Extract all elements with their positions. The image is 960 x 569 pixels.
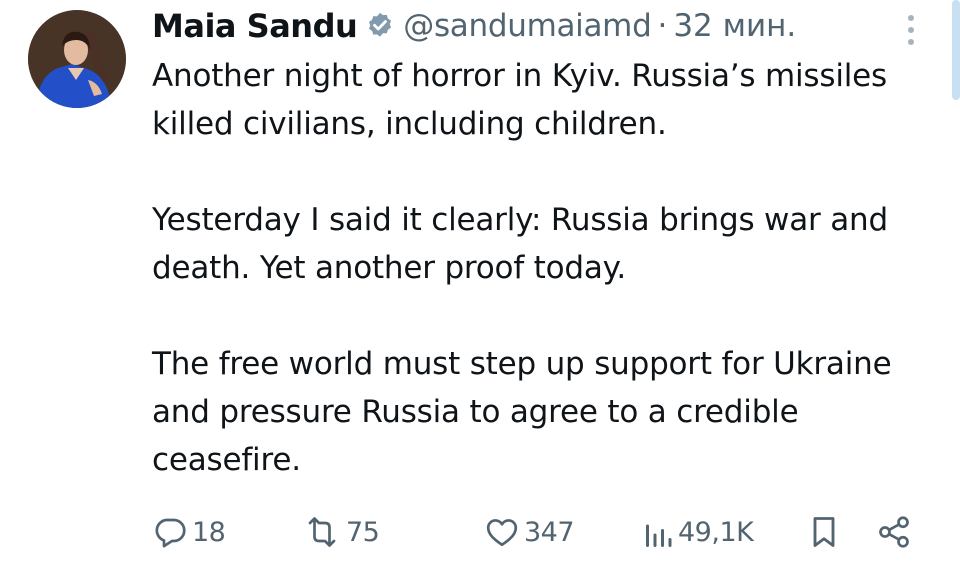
repost-icon [302,514,342,550]
tweet-paragraph: Yesterday I said it clearly: Russia brin… [152,202,888,286]
bookmark-button[interactable] [808,510,840,554]
share-button[interactable] [876,510,912,554]
views-button[interactable]: 49,1K [642,510,754,554]
reply-button[interactable]: 18 [152,510,226,554]
author-handle[interactable]: @sandumaiamd [403,8,652,44]
tweet-paragraph: Another night of horror in Kyiv. Russia’… [152,58,887,142]
separator-dot: · [657,8,668,44]
bookmark-icon [808,514,840,550]
reply-count: 18 [192,516,226,548]
like-count: 347 [524,516,575,548]
verified-badge-icon [365,11,395,41]
views-count: 49,1K [678,516,754,548]
scrollbar[interactable] [952,0,960,100]
repost-count: 75 [346,516,380,548]
timestamp[interactable]: 32 мин. [673,8,796,44]
tweet-header: Maia Sandu @sandumaiamd · 32 мин. [152,6,796,46]
repost-button[interactable]: 75 [302,510,380,554]
tweet-text: Another night of horror in Kyiv. Russia’… [152,52,942,484]
tweet-paragraph: The free world must step up support for … [152,346,892,478]
like-button[interactable]: 347 [484,510,575,554]
views-icon [642,514,674,550]
action-bar: 18 75 347 49,1K [152,510,922,554]
author-name[interactable]: Maia Sandu [152,7,358,45]
avatar[interactable] [28,10,126,108]
reply-icon [152,514,188,550]
like-icon [484,514,520,550]
share-icon [876,514,912,550]
more-vertical-icon[interactable] [902,12,920,48]
